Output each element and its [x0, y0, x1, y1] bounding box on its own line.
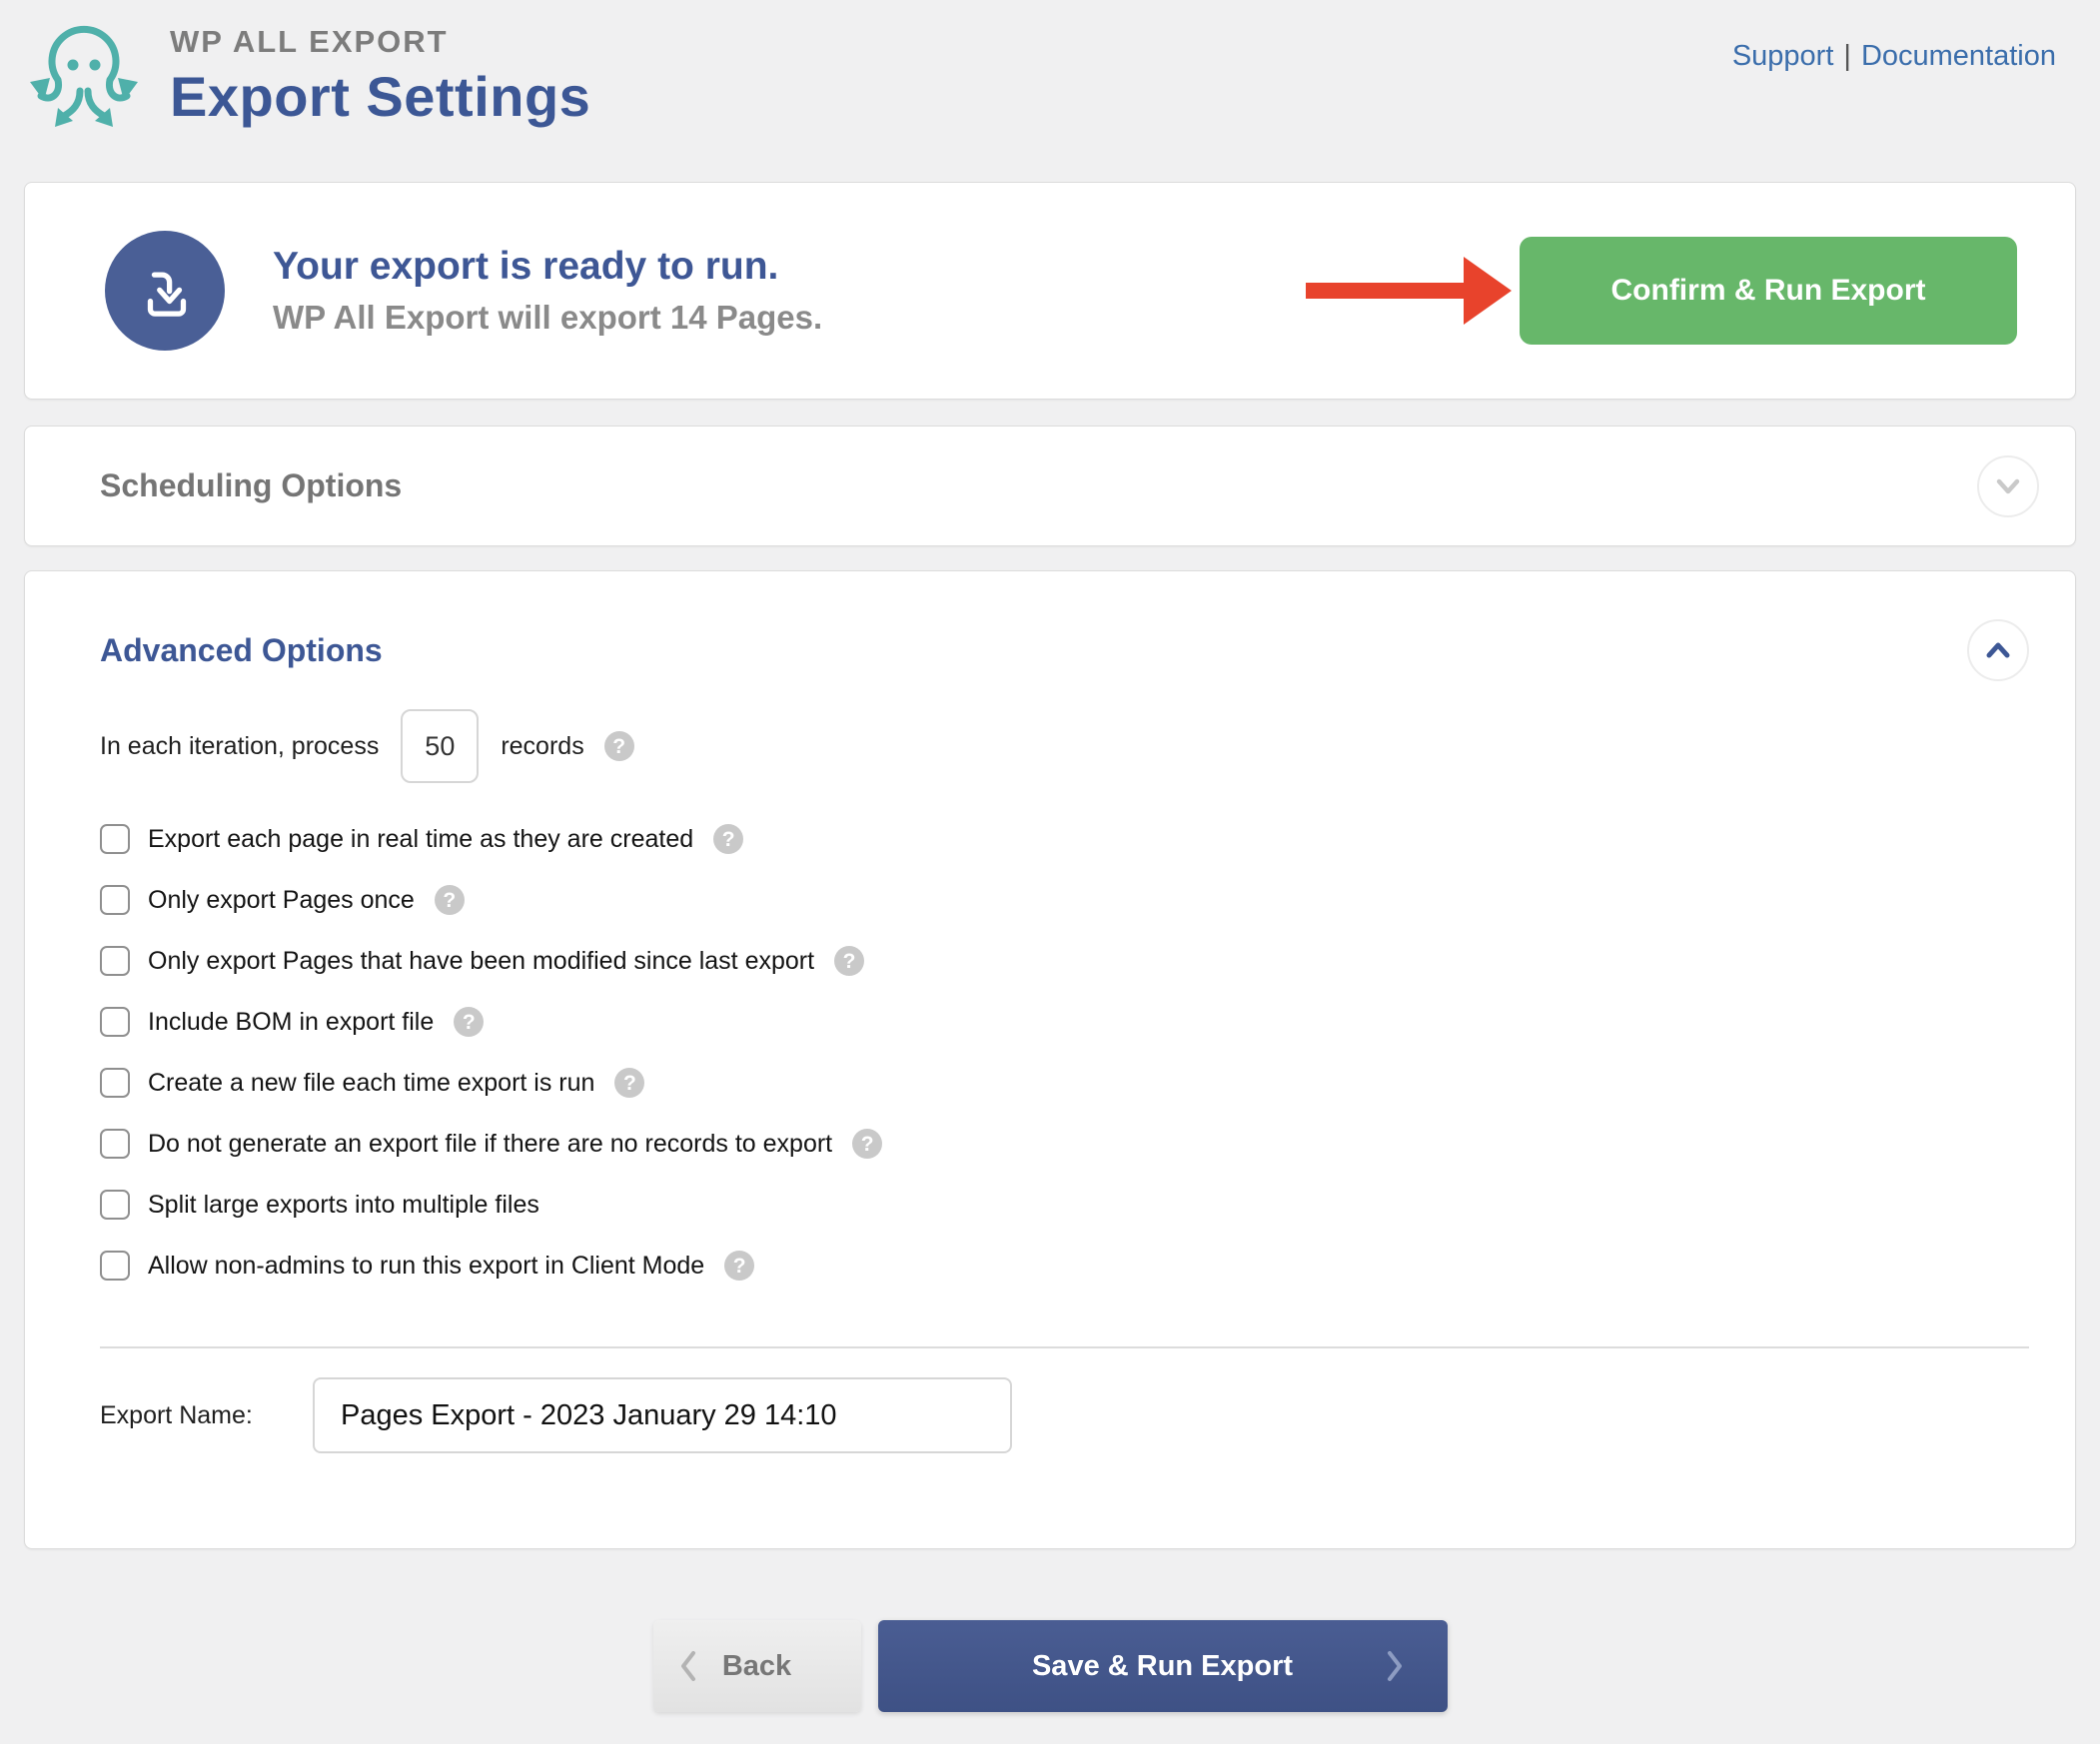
checkbox-label: Allow non-admins to run this export in C…	[148, 1252, 704, 1281]
export-name-row: Export Name:	[100, 1377, 2029, 1548]
logo-area: WP ALL EXPORT Export Settings	[24, 14, 590, 138]
checkbox-row: Do not generate an export file if there …	[100, 1127, 2029, 1161]
iteration-suffix-label: records	[501, 732, 583, 761]
iteration-records-input[interactable]	[401, 709, 479, 783]
checkbox-label: Only export Pages once	[148, 886, 415, 915]
advanced-options-header: Advanced Options	[100, 619, 2029, 681]
checkbox[interactable]	[100, 1251, 130, 1281]
ready-heading: Your export is ready to run.	[273, 245, 822, 289]
checkbox-row: Only export Pages once	[100, 883, 2029, 917]
checkbox-label: Do not generate an export file if there …	[148, 1130, 832, 1159]
checkbox-row: Create a new file each time export is ru…	[100, 1066, 2029, 1100]
ready-banner-text-group: Your export is ready to run. WP All Expo…	[105, 231, 822, 351]
checkbox[interactable]	[100, 885, 130, 915]
checkbox-row: Allow non-admins to run this export in C…	[100, 1249, 2029, 1283]
documentation-link[interactable]: Documentation	[1861, 40, 2056, 72]
help-icon[interactable]	[834, 946, 864, 976]
ready-banner-action-group: Confirm & Run Export	[1306, 237, 2017, 345]
chevron-down-icon	[1986, 466, 2030, 506]
help-icon[interactable]	[454, 1007, 484, 1037]
checkbox-label: Only export Pages that have been modifie…	[148, 947, 814, 976]
page-header: WP ALL EXPORT Export Settings Support | Do…	[0, 0, 2100, 182]
ready-text: Your export is ready to run. WP All Expo…	[273, 245, 822, 337]
plugin-name: WP ALL EXPORT	[170, 24, 590, 60]
checkbox-label: Split large exports into multiple files	[148, 1191, 539, 1220]
checkbox-label: Export each page in real time as they ar…	[148, 825, 693, 854]
help-icon[interactable]	[852, 1129, 882, 1159]
download-icon	[132, 258, 198, 324]
download-circle-badge	[105, 231, 225, 351]
checkbox[interactable]	[100, 946, 130, 976]
scheduling-expand-toggle[interactable]	[1977, 455, 2039, 517]
scheduling-options-title: Scheduling Options	[100, 467, 402, 504]
save-button-label: Save & Run Export	[1032, 1650, 1293, 1683]
checkbox-label: Create a new file each time export is ru…	[148, 1069, 594, 1098]
back-button-label: Back	[722, 1650, 791, 1683]
chevron-left-icon	[677, 1647, 699, 1685]
save-run-export-button[interactable]: Save & Run Export	[878, 1620, 1448, 1712]
chevron-up-icon	[1976, 630, 2020, 670]
export-ready-banner: Your export is ready to run. WP All Expo…	[24, 182, 2076, 400]
scheduling-options-section: Scheduling Options	[24, 426, 2076, 546]
export-name-label: Export Name:	[100, 1401, 313, 1430]
confirm-run-export-button[interactable]: Confirm & Run Export	[1520, 237, 2017, 345]
checkbox[interactable]	[100, 1129, 130, 1159]
back-button[interactable]: Back	[653, 1620, 861, 1712]
advanced-options-section: Advanced Options In each iteration, proc…	[24, 570, 2076, 1549]
red-pointer-arrow-icon	[1306, 257, 1512, 325]
help-icon[interactable]	[604, 731, 634, 761]
iteration-setting-row: In each iteration, process records	[100, 709, 2029, 783]
help-icon[interactable]	[713, 824, 743, 854]
checkbox-row: Split large exports into multiple files	[100, 1188, 2029, 1222]
section-divider	[100, 1346, 2029, 1348]
help-icon[interactable]	[724, 1251, 754, 1281]
advanced-checkbox-list: Export each page in real time as they ar…	[100, 822, 2029, 1283]
title-block: WP ALL EXPORT Export Settings	[170, 14, 590, 129]
checkbox[interactable]	[100, 824, 130, 854]
help-icon[interactable]	[614, 1068, 644, 1098]
checkbox-row: Only export Pages that have been modifie…	[100, 944, 2029, 978]
chevron-right-icon	[1384, 1647, 1406, 1685]
checkbox[interactable]	[100, 1190, 130, 1220]
red-arrow-head	[1464, 257, 1512, 325]
iteration-prefix-label: In each iteration, process	[100, 732, 379, 761]
advanced-options-title: Advanced Options	[100, 632, 383, 669]
checkbox-row: Export each page in real time as they ar…	[100, 822, 2029, 856]
ready-subheading: WP All Export will export 14 Pages.	[273, 299, 822, 337]
advanced-collapse-toggle[interactable]	[1967, 619, 2029, 681]
checkbox-label: Include BOM in export file	[148, 1008, 434, 1037]
footer-actions: Back Save & Run Export	[0, 1620, 2100, 1712]
red-arrow-shaft	[1306, 283, 1464, 299]
checkbox[interactable]	[100, 1007, 130, 1037]
header-links: Support | Documentation	[1732, 40, 2056, 73]
export-name-input[interactable]	[313, 1377, 1012, 1453]
checkbox[interactable]	[100, 1068, 130, 1098]
support-link[interactable]: Support	[1732, 40, 1834, 72]
wp-all-export-octopus-logo-icon	[24, 14, 144, 138]
help-icon[interactable]	[435, 885, 465, 915]
page-title: Export Settings	[170, 64, 590, 129]
link-separator: |	[1843, 40, 1851, 72]
checkbox-row: Include BOM in export file	[100, 1005, 2029, 1039]
